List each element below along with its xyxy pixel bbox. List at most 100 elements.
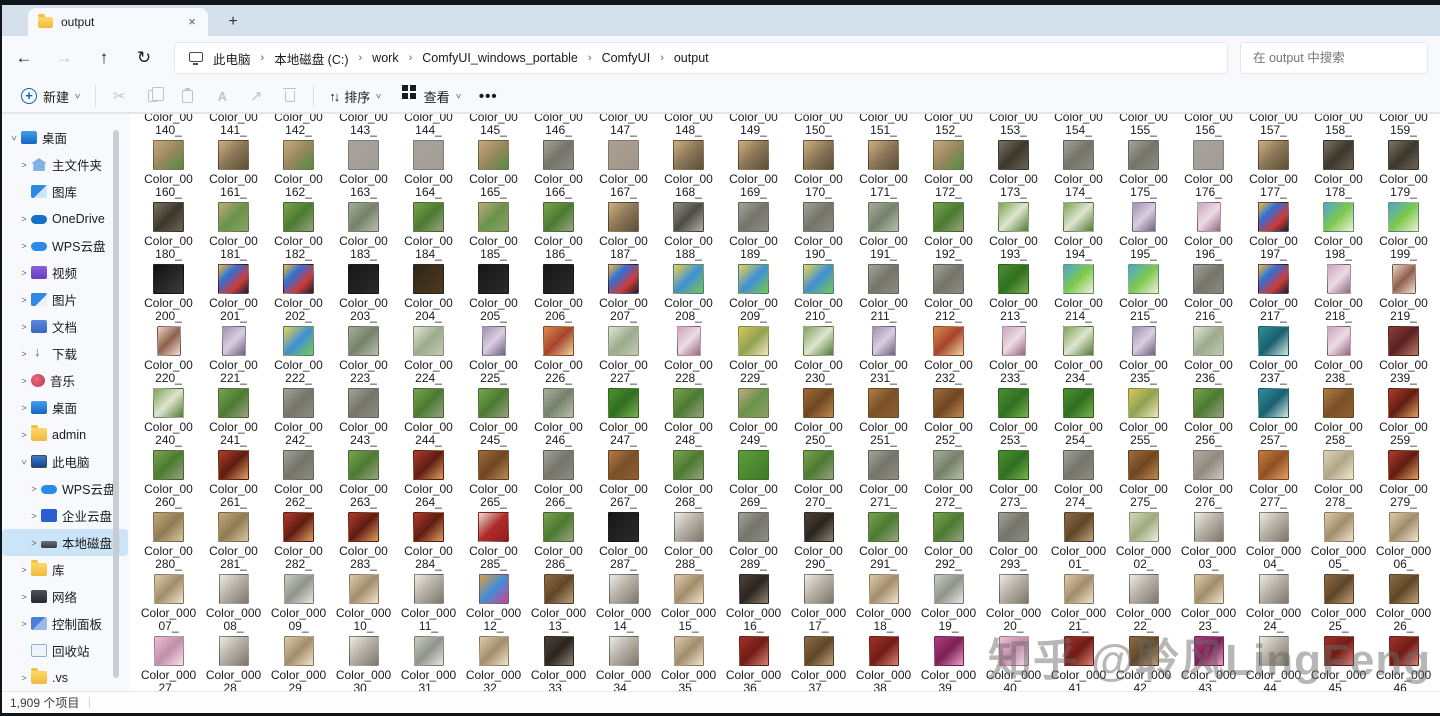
chevron-right-icon[interactable]: > [18,322,30,332]
file-item[interactable]: Color_00 174_ [1046,137,1111,199]
file-item[interactable]: Color_00 269_ [721,447,786,509]
file-item[interactable]: Color_00 246_ [526,385,591,447]
file-item[interactable]: Color_00 237_ [1241,323,1306,385]
file-item[interactable]: Color_00 257_ [1241,385,1306,447]
file-item[interactable]: Color_000 08_ [201,571,266,633]
file-item[interactable]: Color_00 265_ [461,447,526,509]
file-item[interactable]: Color_00 150_ [786,114,851,137]
file-item[interactable]: Color_00 244_ [396,385,461,447]
file-item[interactable]: Color_000 35_ [656,633,721,691]
file-item[interactable]: Color_00 146_ [526,114,591,137]
file-item[interactable]: Color_00 262_ [266,447,331,509]
cut-icon[interactable]: ✂ [102,87,136,105]
sidebar-item-[interactable]: > 主文件夹 [2,151,128,178]
file-item[interactable]: Color_00 258_ [1306,385,1371,447]
sidebar-item-WPS[interactable]: > WPS云盘 [2,232,128,259]
file-item[interactable]: Color_00 233_ [981,323,1046,385]
file-item[interactable]: Color_00 228_ [656,323,721,385]
sidebar-item-[interactable]: > 下载 [2,340,128,367]
file-item[interactable]: Color_00 227_ [591,323,656,385]
file-item[interactable]: Color_00 238_ [1306,323,1371,385]
file-item[interactable]: Color_00 180_ [136,199,201,261]
file-item[interactable]: Color_000 39_ [916,633,981,691]
sidebar-item-[interactable]: 回收站 [2,637,128,664]
file-item[interactable]: Color_00 235_ [1111,323,1176,385]
chevron-right-icon[interactable]: > [18,214,30,224]
file-item[interactable]: Color_00 162_ [266,137,331,199]
file-item[interactable]: Color_00 141_ [201,114,266,137]
chevron-down-icon[interactable]: > [9,132,19,144]
file-item[interactable]: Color_000 02_ [1111,509,1176,571]
breadcrumb-item[interactable]: work [366,47,404,69]
paste-icon[interactable] [182,87,194,103]
breadcrumb-item[interactable]: ComfyUI [596,47,657,69]
file-item[interactable]: Color_00 260_ [136,447,201,509]
file-item[interactable]: Color_00 143_ [331,114,396,137]
file-item[interactable]: Color_00 206_ [526,261,591,323]
file-item[interactable]: Color_000 30_ [331,633,396,691]
file-item[interactable]: Color_00 198_ [1306,199,1371,261]
refresh-button[interactable]: ↻ [128,42,160,74]
breadcrumb-item[interactable]: output [668,47,715,69]
file-item[interactable]: Color_00 169_ [721,137,786,199]
file-item[interactable]: Color_00 288_ [656,509,721,571]
file-item[interactable]: Color_00 286_ [526,509,591,571]
file-item[interactable]: Color_00 155_ [1111,114,1176,137]
up-button[interactable]: ↑ [88,42,120,74]
file-item[interactable]: Color_000 03_ [1176,509,1241,571]
file-item[interactable]: Color_00 273_ [981,447,1046,509]
file-item[interactable]: Color_00 259_ [1371,385,1436,447]
file-item[interactable]: Color_00 165_ [461,137,526,199]
file-item[interactable]: Color_00 293_ [981,509,1046,571]
sidebar-item-[interactable]: > 企业云盘 [2,502,128,529]
file-item[interactable]: Color_00 149_ [721,114,786,137]
more-options-button[interactable]: ••• [470,83,507,109]
sidebar-item-[interactable]: > 网络 [2,583,128,610]
file-item[interactable]: Color_00 266_ [526,447,591,509]
view-button[interactable]: 查看 > [391,83,470,109]
file-item[interactable]: Color_00 154_ [1046,114,1111,137]
sidebar-item-[interactable]: > 此电脑 [2,448,128,475]
file-item[interactable]: Color_00 140_ [136,114,201,137]
file-item[interactable]: Color_000 01_ [1046,509,1111,571]
file-item[interactable]: Color_000 29_ [266,633,331,691]
chevron-right-icon[interactable]: > [18,592,30,602]
file-item[interactable]: Color_000 33_ [526,633,591,691]
file-item[interactable]: Color_00 144_ [396,114,461,137]
file-item[interactable]: Color_00 201_ [201,261,266,323]
file-item[interactable]: Color_00 156_ [1176,114,1241,137]
file-item[interactable]: Color_00 281_ [201,509,266,571]
file-item[interactable]: Color_00 160_ [136,137,201,199]
file-item[interactable]: Color_00 153_ [981,114,1046,137]
file-item[interactable]: Color_00 256_ [1176,385,1241,447]
file-item[interactable]: Color_00 172_ [916,137,981,199]
file-item[interactable]: Color_00 204_ [396,261,461,323]
file-item[interactable]: Color_00 151_ [851,114,916,137]
file-item[interactable]: Color_000 27_ [136,633,201,691]
file-item[interactable]: Color_00 252_ [916,385,981,447]
file-item[interactable]: Color_00 284_ [396,509,461,571]
sidebar-item-[interactable]: > 桌面 [2,124,128,151]
rename-icon[interactable]: A [205,89,239,104]
new-tab-button[interactable]: + [222,11,244,33]
file-item[interactable]: Color_00 191_ [851,199,916,261]
file-item[interactable]: Color_00 176_ [1176,137,1241,199]
file-item[interactable]: Color_00 182_ [266,199,331,261]
file-item[interactable]: Color_00 195_ [1111,199,1176,261]
file-item[interactable]: Color_00 224_ [396,323,461,385]
file-item[interactable]: Color_000 06_ [1371,509,1436,571]
file-item[interactable]: Color_00 158_ [1306,114,1371,137]
breadcrumb-item[interactable]: 本地磁盘 (C:) [268,45,354,72]
file-item[interactable]: Color_00 185_ [461,199,526,261]
file-item[interactable]: Color_00 218_ [1306,261,1371,323]
address-bar[interactable]: 此电脑 › 本地磁盘 (C:) › work › ComfyUI_windows_porta… [174,42,1228,74]
sidebar-item-[interactable]: > 文档 [2,313,128,340]
file-item[interactable]: Color_00 239_ [1371,323,1436,385]
file-item[interactable]: Color_000 09_ [266,571,331,633]
chevron-right-icon[interactable]: > [18,160,30,170]
sidebar-item-[interactable]: > 控制面板 [2,610,128,637]
file-item[interactable]: Color_00 272_ [916,447,981,509]
file-item[interactable]: Color_00 163_ [331,137,396,199]
file-item[interactable]: Color_00 282_ [266,509,331,571]
file-item[interactable]: Color_00 292_ [916,509,981,571]
